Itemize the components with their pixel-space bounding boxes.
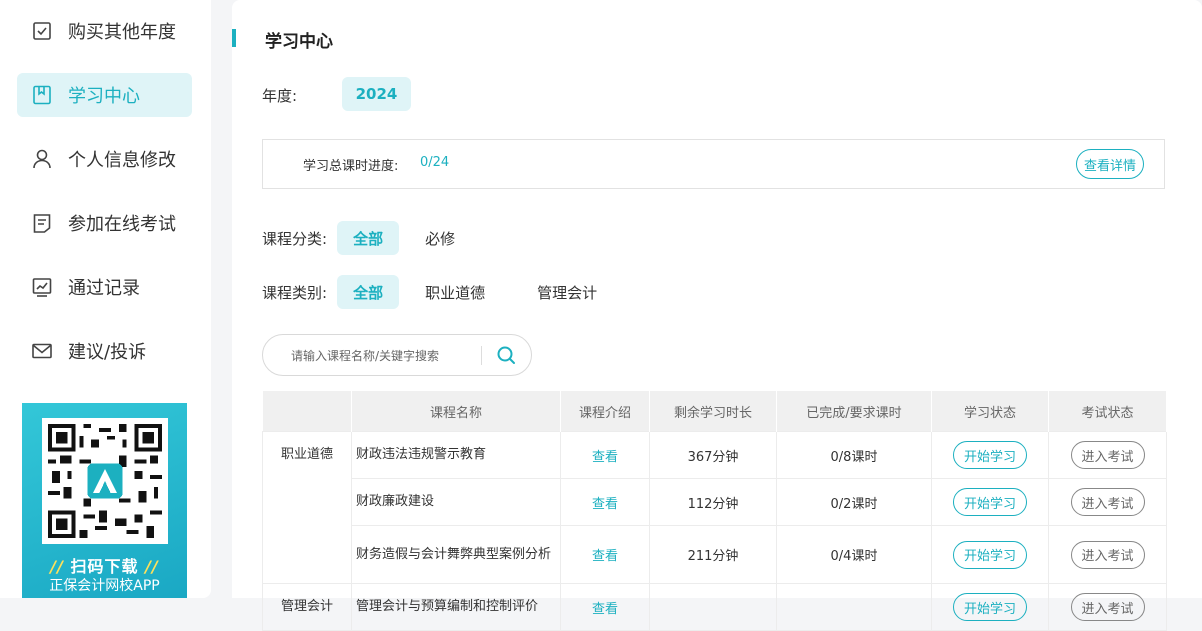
type-filter: 课程类别: 全部 职业道德 管理会计 (262, 275, 623, 309)
completed-hours: 0/4课时 (776, 525, 932, 584)
qr-code (42, 418, 168, 544)
remaining-time: 112分钟 (649, 478, 777, 526)
course-name: 财政廉政建设 (351, 478, 561, 526)
promo-title-text: 扫码下载 (70, 557, 139, 576)
category-filter-label: 课程分类: (262, 229, 328, 248)
main-panel: 学习中心 年度: 2024 学习总课时进度: 0/24 查看详情 课程分类: 全… (232, 0, 1202, 631)
completed-hours: 0/8课时 (776, 431, 932, 479)
sidebar-item-label: 购买其他年度 (68, 22, 176, 43)
title-accent-bar (232, 29, 236, 47)
header-exam-status: 考试状态 (1048, 391, 1167, 432)
header-completed-hours: 已完成/要求课时 (776, 391, 932, 432)
table-row: 财务造假与会计舞弊典型案例分析 查看 211分钟 0/4课时 开始学习 进入考试 (263, 525, 1167, 584)
type-filter-label: 课程类别: (262, 283, 328, 302)
table-header-row: 课程名称 课程介绍 剩余学习时长 已完成/要求课时 学习状态 考试状态 (262, 391, 1167, 432)
page-title: 学习中心 (265, 32, 333, 52)
sidebar-item-label: 参加在线考试 (68, 214, 176, 235)
course-table: 课程名称 课程介绍 剩余学习时长 已完成/要求课时 学习状态 考试状态 职业道德… (262, 391, 1167, 631)
completed-hours: 0/2课时 (776, 478, 932, 526)
category-option-required[interactable]: 必修 (409, 221, 471, 255)
sidebar-item-label: 个人信息修改 (68, 150, 176, 171)
view-intro-link[interactable]: 查看 (592, 549, 618, 564)
type-option-all[interactable]: 全部 (337, 275, 400, 309)
sidebar-item-buy-other-year[interactable]: 购买其他年度 (17, 9, 192, 53)
sidebar-item-pass-records[interactable]: 通过记录 (17, 265, 192, 309)
view-details-button[interactable]: 查看详情 (1076, 149, 1144, 179)
type-option-ethics[interactable]: 职业道德 (409, 275, 501, 309)
sidebar-menu: 购买其他年度 学习中心 个人信息修改 参加在线考试 通过记录 建议/投诉 (17, 9, 192, 393)
sidebar-item-label: 通过记录 (68, 278, 140, 299)
type-option-management-accounting[interactable]: 管理会计 (521, 275, 613, 309)
sidebar-item-feedback[interactable]: 建议/投诉 (17, 329, 192, 373)
remaining-time: 211分钟 (649, 525, 777, 584)
progress-value: 0/24 (420, 155, 450, 170)
enter-exam-button[interactable]: 进入考试 (1070, 441, 1145, 469)
app-download-banner[interactable]: // 扫码下载 // 正保会计网校APP (22, 403, 187, 598)
table-row: 职业道德 财政违法违规警示教育 查看 367分钟 0/8课时 开始学习 进入考试 (262, 431, 1167, 584)
header-category (262, 391, 352, 432)
category-option-all[interactable]: 全部 (337, 221, 400, 255)
progress-panel: 学习总课时进度: 0/24 查看详情 (262, 139, 1165, 189)
progress-label: 学习总课时进度: (303, 159, 399, 174)
mail-icon (31, 340, 53, 362)
sidebar-item-label: 学习中心 (68, 86, 140, 107)
completed-hours (776, 583, 932, 631)
category-filter: 课程分类: 全部 必修 (262, 221, 481, 255)
course-name: 财务造假与会计舞弊典型案例分析 (351, 525, 561, 584)
sidebar-item-study-center[interactable]: 学习中心 (17, 73, 192, 117)
category-cell: 职业道德 (262, 431, 352, 584)
search-divider (481, 346, 482, 365)
chart-icon (31, 276, 53, 298)
table-row: 管理会计 管理会计与预算编制和控制评价 查看 开始学习 进入考试 (262, 583, 1167, 631)
sidebar-item-profile[interactable]: 个人信息修改 (17, 137, 192, 181)
sidebar-item-online-exam[interactable]: 参加在线考试 (17, 201, 192, 245)
promo-slash-right: // (145, 557, 159, 576)
user-icon (31, 148, 53, 170)
view-intro-link[interactable]: 查看 (592, 602, 618, 617)
start-study-button[interactable]: 开始学习 (953, 593, 1027, 621)
start-study-button[interactable]: 开始学习 (953, 488, 1027, 516)
year-chip[interactable]: 2024 (342, 77, 411, 111)
view-intro-link[interactable]: 查看 (592, 497, 618, 512)
category-cell: 管理会计 (262, 583, 352, 631)
search-icon[interactable] (495, 344, 517, 366)
enter-exam-button[interactable]: 进入考试 (1070, 488, 1145, 516)
start-study-button[interactable]: 开始学习 (953, 540, 1027, 569)
sidebar: 购买其他年度 学习中心 个人信息修改 参加在线考试 通过记录 建议/投诉 // … (0, 0, 211, 598)
search-input[interactable] (289, 345, 478, 367)
remaining-time (649, 583, 777, 631)
checkbox-icon (31, 20, 53, 42)
table-row: 财政廉政建设 查看 112分钟 0/2课时 开始学习 进入考试 (263, 478, 1167, 526)
document-icon (31, 212, 53, 234)
course-name: 财政违法违规警示教育 (351, 431, 561, 479)
view-intro-link[interactable]: 查看 (592, 450, 618, 465)
promo-slash-left: // (50, 557, 64, 576)
remaining-time: 367分钟 (649, 431, 777, 479)
header-course-intro: 课程介绍 (560, 391, 650, 432)
header-course-name: 课程名称 (351, 391, 561, 432)
enter-exam-button[interactable]: 进入考试 (1070, 540, 1145, 569)
promo-title: // 扫码下载 // (22, 553, 187, 577)
promo-subtitle: 正保会计网校APP (49, 578, 160, 594)
header-remaining-time: 剩余学习时长 (649, 391, 777, 432)
bookmark-icon (31, 84, 53, 106)
enter-exam-button[interactable]: 进入考试 (1070, 593, 1145, 621)
start-study-button[interactable]: 开始学习 (953, 441, 1027, 469)
year-label: 年度: (262, 87, 298, 105)
search-box (262, 334, 532, 376)
header-study-status: 学习状态 (931, 391, 1049, 432)
sidebar-item-label: 建议/投诉 (68, 342, 147, 363)
course-name: 管理会计与预算编制和控制评价 (351, 583, 561, 631)
